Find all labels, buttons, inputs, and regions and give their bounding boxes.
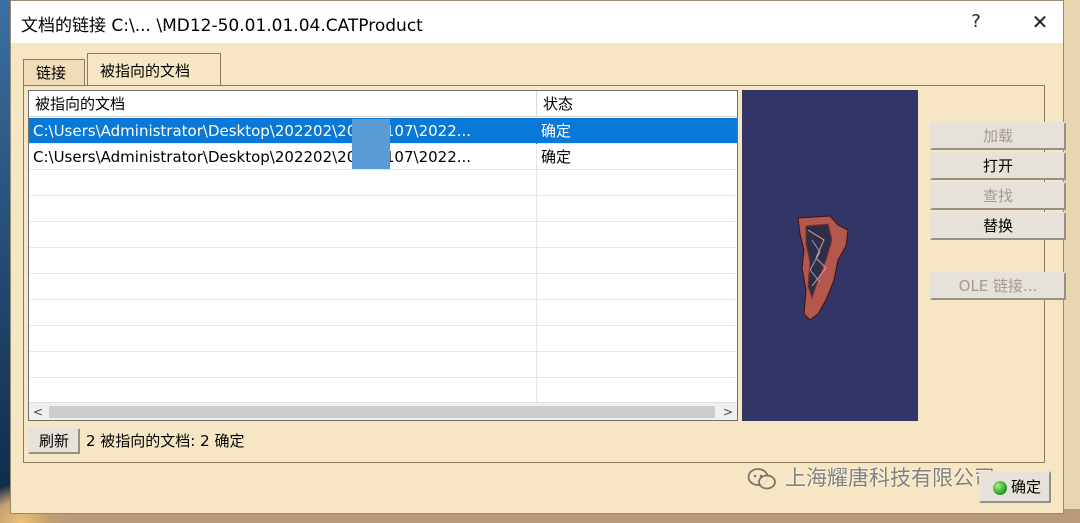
ok-button-label: 确定 [1010, 478, 1041, 496]
empty-row [29, 300, 737, 326]
find-button[interactable]: 查找 [930, 182, 1066, 210]
ole-links-button[interactable]: OLE 链接... [930, 272, 1066, 300]
ok-button[interactable]: 确定 [979, 471, 1051, 503]
status-cell: 确定 [541, 122, 572, 140]
document-path-cell: C:\Users\Administrator\Desktop\202202\20… [29, 118, 537, 144]
column-header-document[interactable]: 被指向的文档 [29, 91, 537, 117]
replace-button[interactable]: 替换 [930, 212, 1066, 240]
empty-row [29, 352, 737, 378]
document-path-cell: C:\Users\Administrator\Desktop\202202\20… [29, 144, 537, 170]
empty-row [29, 170, 737, 196]
refresh-button[interactable]: 刷新 [28, 428, 80, 454]
close-button[interactable]: ✕ [1025, 7, 1055, 37]
redaction-block [352, 119, 390, 169]
watermark: 上海耀唐科技有限公司 [747, 463, 995, 493]
empty-row [29, 378, 737, 404]
column-header-status[interactable]: 状态 [537, 91, 737, 117]
empty-row [29, 196, 737, 222]
tab-referenced-documents[interactable]: 被指向的文档 [87, 53, 221, 85]
referenced-documents-table: 被指向的文档 状态 C:\Users\Administrator\Desktop… [28, 90, 738, 421]
tab-panel: 被指向的文档 状态 C:\Users\Administrator\Desktop… [23, 85, 1066, 463]
horizontal-scrollbar[interactable]: < > [29, 402, 737, 420]
empty-row [29, 222, 737, 248]
part-preview [742, 90, 918, 421]
empty-row [29, 274, 737, 300]
scroll-right-icon[interactable]: > [719, 403, 737, 420]
status-summary: 2 被指向的文档: 2 确定 [86, 432, 245, 450]
empty-row [29, 326, 737, 352]
open-button[interactable]: 打开 [930, 152, 1066, 180]
scrollbar-thumb[interactable] [49, 406, 715, 418]
window-title: 文档的链接 C:\... \MD12-50.01.01.04.CATProduc… [21, 16, 423, 36]
watermark-text: 上海耀唐科技有限公司 [785, 466, 995, 490]
tab-links[interactable]: 链接 [23, 59, 85, 85]
part-thumbnail-icon [797, 215, 849, 321]
wechat-icon [747, 468, 776, 490]
empty-row [29, 248, 737, 274]
scroll-left-icon[interactable]: < [29, 403, 47, 420]
table-header: 被指向的文档 状态 [29, 91, 737, 117]
title-bar[interactable]: 文档的链接 C:\... \MD12-50.01.01.04.CATProduc… [11, 1, 1063, 43]
ok-status-icon [993, 481, 1007, 495]
help-button[interactable]: ? [961, 7, 991, 37]
links-dialog: 文档的链接 C:\... \MD12-50.01.01.04.CATProduc… [10, 0, 1066, 514]
load-button[interactable]: 加载 [930, 122, 1066, 150]
status-cell: 确定 [541, 148, 572, 166]
